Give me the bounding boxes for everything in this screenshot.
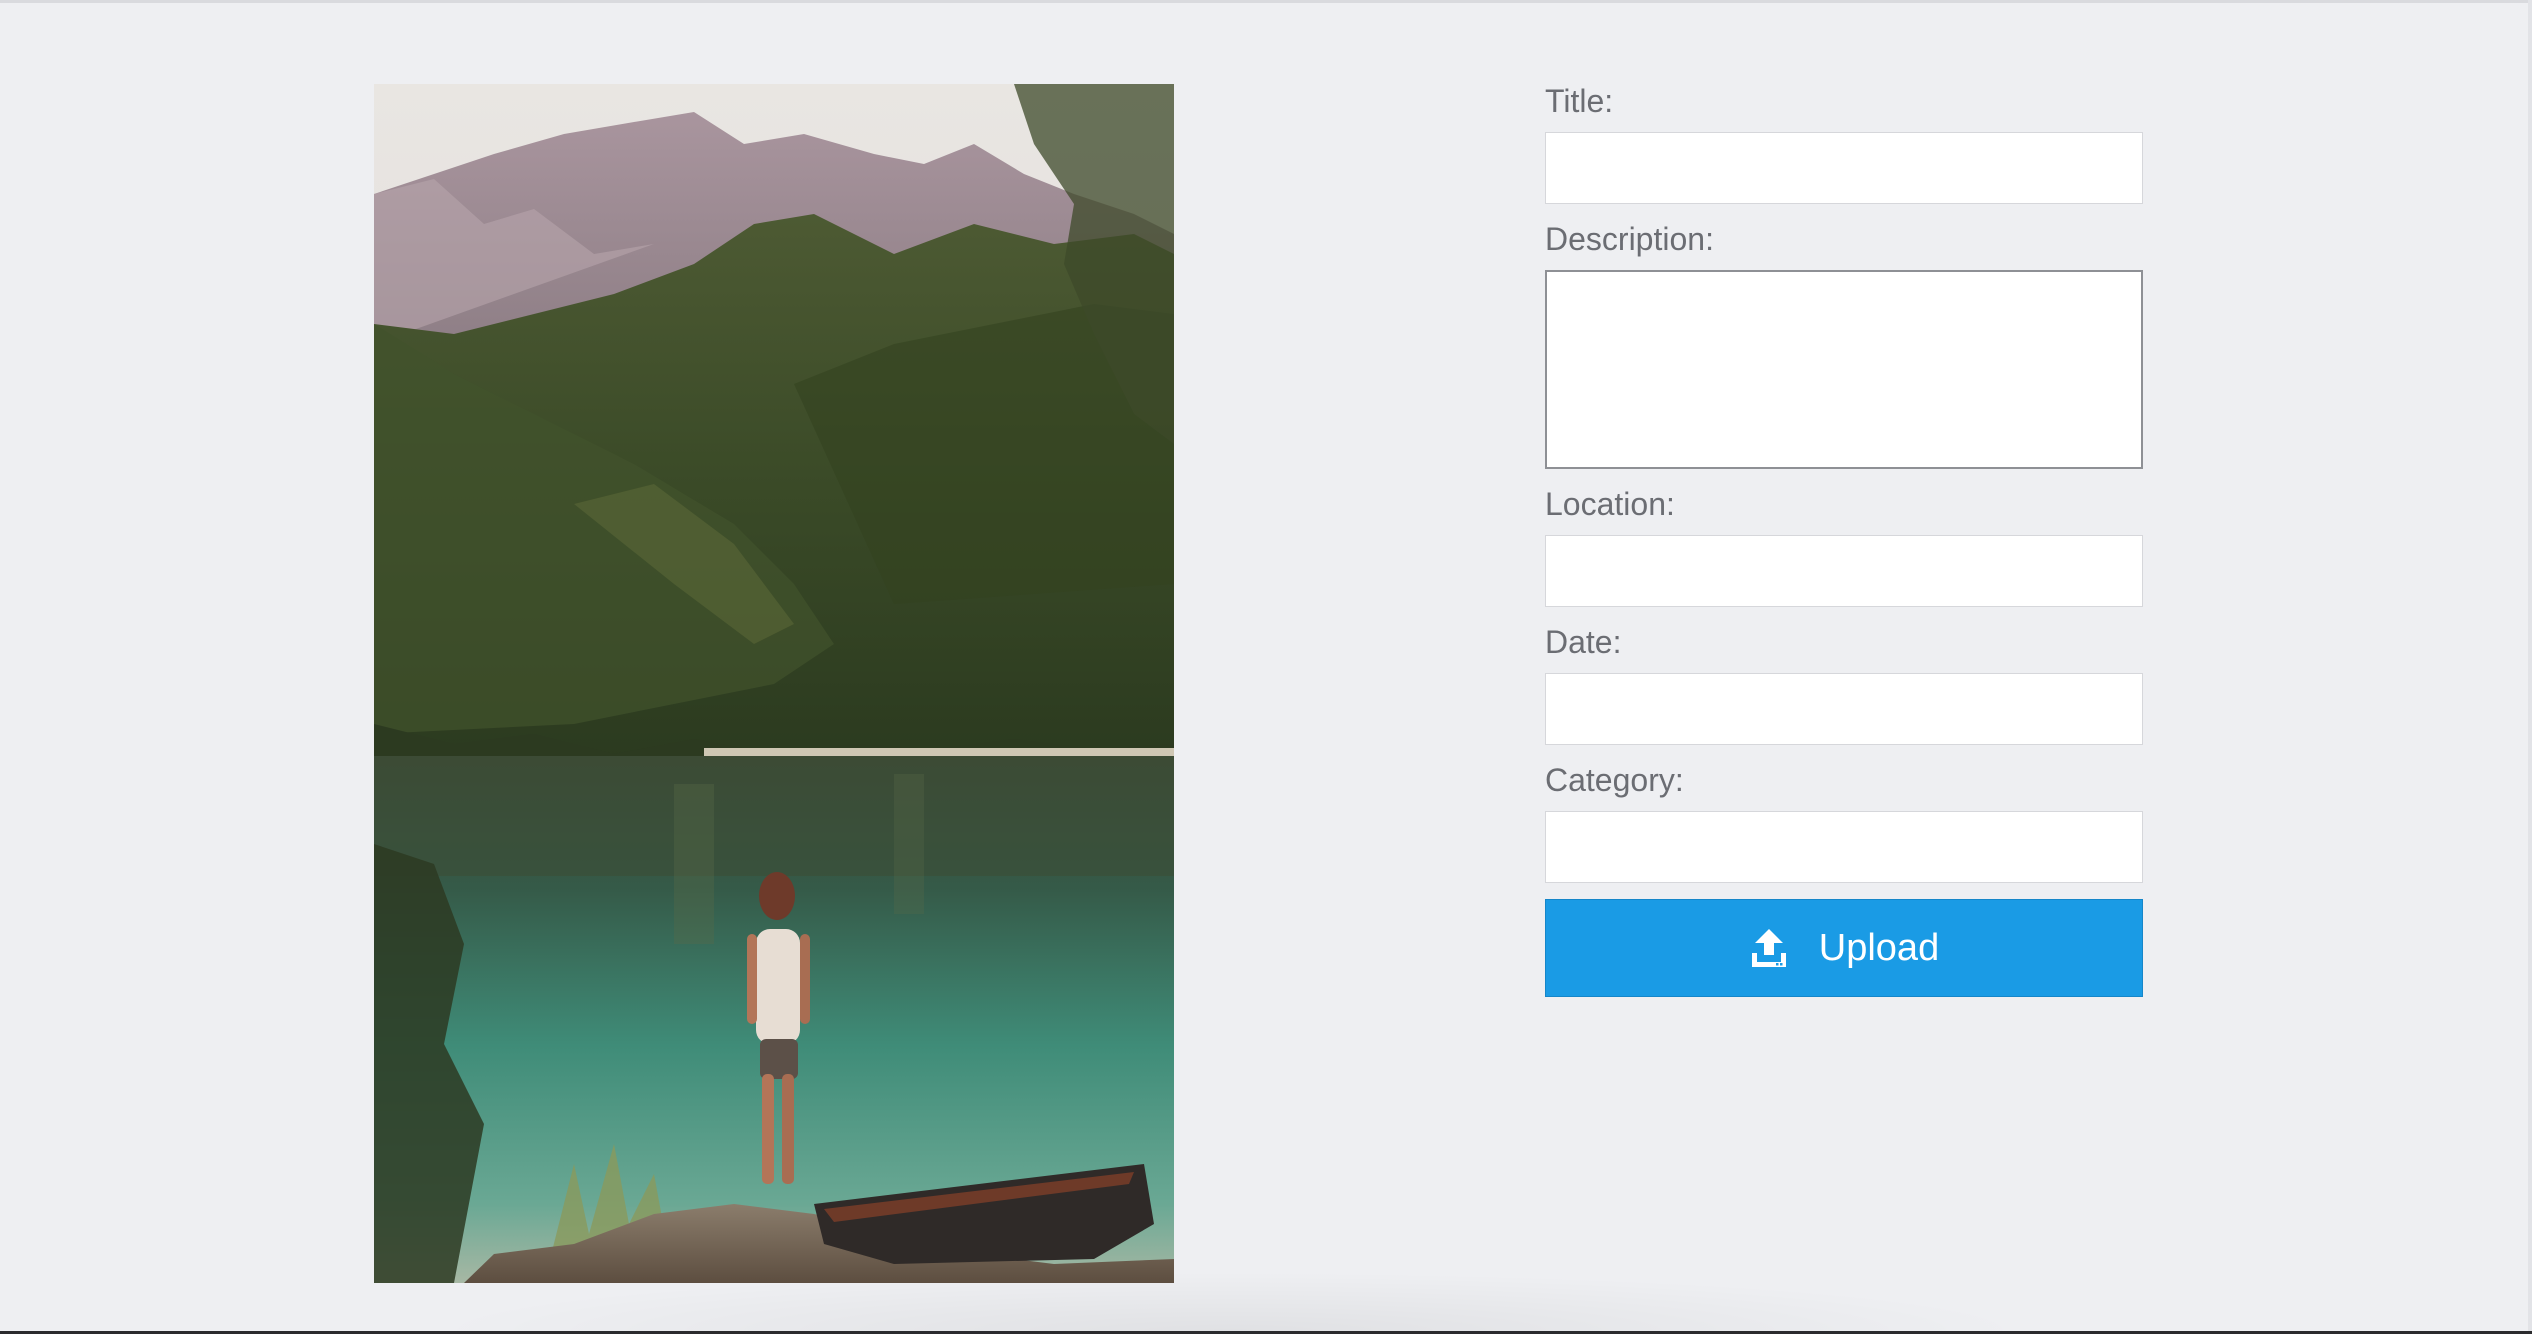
description-textarea[interactable]	[1545, 270, 2143, 469]
location-label: Location:	[1545, 486, 1675, 522]
uploaded-photo-preview	[374, 84, 1174, 1283]
category-input[interactable]	[1545, 811, 2143, 883]
description-label: Description:	[1545, 221, 1714, 257]
upload-icon	[1749, 927, 1789, 969]
upload-button-label: Upload	[1818, 926, 1940, 969]
location-input[interactable]	[1545, 535, 2143, 607]
title-label: Title:	[1545, 83, 1614, 119]
category-label: Category:	[1545, 762, 1684, 798]
scrollbar-track	[2528, 0, 2532, 1334]
title-input[interactable]	[1545, 132, 2143, 204]
date-input[interactable]	[1545, 673, 2143, 745]
upload-form: Title: Description: Location: Date: Cate…	[1545, 82, 2143, 997]
date-label: Date:	[1545, 624, 1622, 660]
top-border	[0, 0, 2532, 3]
upload-button[interactable]: Upload	[1545, 899, 2143, 997]
